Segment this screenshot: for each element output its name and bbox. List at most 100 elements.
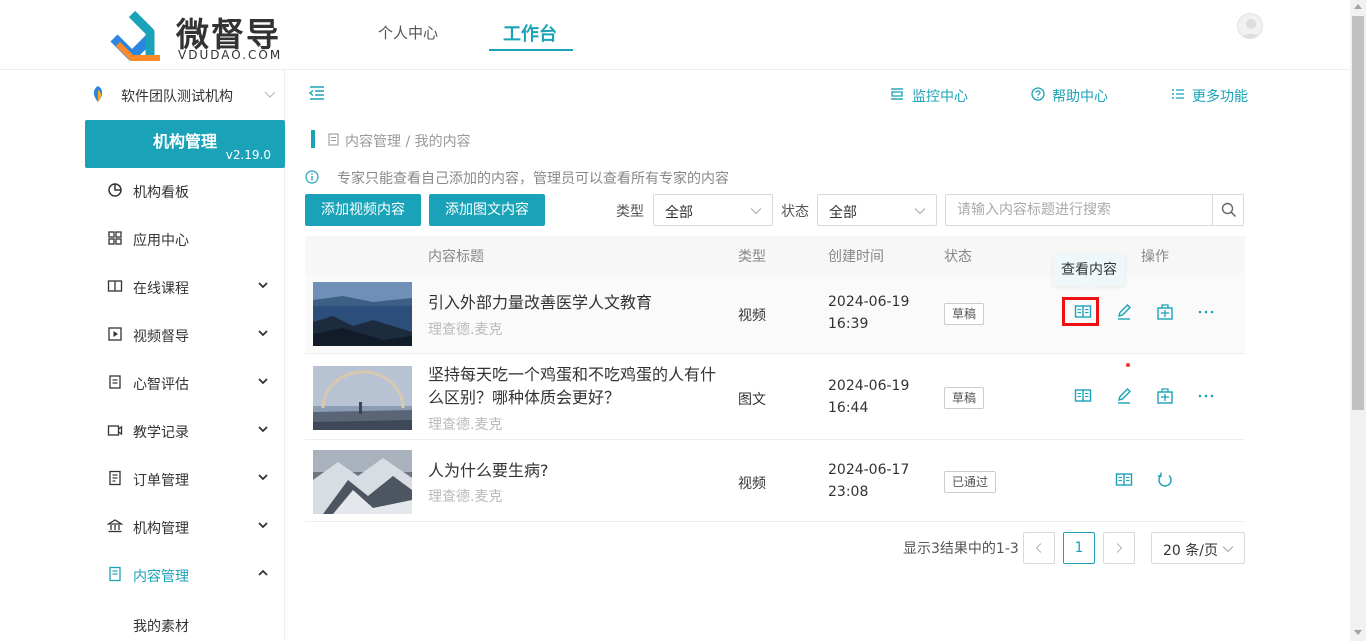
created-date: 2024-06-19 bbox=[828, 378, 910, 394]
sidebar-item-teaching-records[interactable]: 教学记录 bbox=[85, 408, 285, 456]
tooltip-arrow bbox=[1083, 286, 1095, 292]
type-filter-label: 类型 bbox=[616, 204, 644, 220]
content-thumbnail[interactable] bbox=[313, 282, 412, 346]
sidebar-item-label: 视频督导 bbox=[133, 329, 189, 345]
nav-personal-center[interactable]: 个人中心 bbox=[378, 22, 438, 43]
org-card: 机构管理 v2.19.0 bbox=[85, 120, 285, 168]
publish-icon[interactable] bbox=[1156, 387, 1174, 405]
type-select-value: 全部 bbox=[665, 205, 693, 221]
table-row[interactable]: 人为什么要生病? 理查德.麦克 视频 2024-06-17 23:08 已通过 bbox=[305, 440, 1245, 522]
org-selector[interactable]: 软件团队测试机构 bbox=[86, 82, 286, 106]
content-title[interactable]: 坚持每天吃一个鸡蛋和不吃鸡蛋的人有什么区别？哪种体质会更好？ bbox=[428, 363, 723, 409]
status-badge: 草稿 bbox=[944, 387, 985, 409]
more-icon[interactable] bbox=[1197, 303, 1215, 321]
page-size-select[interactable]: 20 条/页 bbox=[1151, 532, 1245, 564]
list-icon bbox=[1172, 89, 1184, 99]
rainbow-thumbnail-image bbox=[313, 366, 412, 430]
sidebar-item-online-courses[interactable]: 在线课程 bbox=[85, 264, 285, 312]
snow-mountain-thumbnail-image bbox=[313, 450, 412, 514]
sidebar-subitem-my-materials[interactable]: 我的素材 bbox=[133, 616, 189, 636]
content-thumbnail[interactable] bbox=[313, 450, 412, 514]
sidebar-item-content-management[interactable]: 内容管理 bbox=[85, 552, 285, 600]
chevron-down-icon bbox=[258, 378, 268, 385]
content-author: 理查德.麦克 bbox=[428, 489, 503, 505]
avatar[interactable] bbox=[1237, 13, 1263, 39]
scroll-up-icon[interactable] bbox=[1354, 4, 1362, 9]
edit-icon[interactable] bbox=[1115, 387, 1133, 405]
tooltip: 查看内容 bbox=[1053, 254, 1125, 286]
collapse-menu-icon[interactable] bbox=[309, 86, 325, 100]
sidebar-item-label: 订单管理 bbox=[133, 473, 189, 489]
book-icon bbox=[107, 280, 123, 292]
breadcrumb-accent bbox=[311, 130, 315, 148]
sidebar-item-label: 心智评估 bbox=[133, 377, 189, 393]
sidebar-item-order-management[interactable]: 订单管理 bbox=[85, 456, 285, 504]
column-header-actions: 操作 bbox=[1141, 249, 1169, 265]
status-select-value: 全部 bbox=[829, 205, 857, 221]
search-box bbox=[945, 194, 1244, 226]
view-content-highlight bbox=[1062, 297, 1099, 326]
content-title[interactable]: 引入外部力量改善医学人文教育 bbox=[428, 291, 723, 314]
content-title[interactable]: 人为什么要生病? bbox=[428, 459, 723, 482]
sidebar-item-label: 教学记录 bbox=[133, 425, 189, 441]
table-row[interactable]: 引入外部力量改善医学人文教育 理查德.麦克 视频 2024-06-19 16:3… bbox=[305, 274, 1245, 354]
more-icon[interactable] bbox=[1197, 387, 1215, 405]
sidebar-item-mental-assessment[interactable]: 心智评估 bbox=[85, 360, 285, 408]
content-thumbnail[interactable] bbox=[313, 366, 412, 430]
page-size-value: 20 条/页 bbox=[1163, 543, 1218, 559]
breadcrumb: 内容管理 / 我的内容 bbox=[345, 134, 471, 150]
help-center-link[interactable]: 帮助中心 bbox=[1052, 86, 1108, 106]
sidebar-item-label: 机构看板 bbox=[133, 185, 189, 201]
view-content-icon[interactable] bbox=[1074, 387, 1092, 405]
next-page-button[interactable] bbox=[1103, 532, 1135, 564]
prev-page-button[interactable] bbox=[1023, 532, 1055, 564]
content-type: 视频 bbox=[738, 308, 766, 324]
sidebar-item-label: 应用中心 bbox=[133, 233, 189, 249]
sidebar: 软件团队测试机构 机构管理 v2.19.0 机构看板 应用中心 在线课程 视频督… bbox=[0, 70, 285, 641]
edit-icon[interactable] bbox=[1115, 303, 1133, 321]
status-badge: 已通过 bbox=[944, 471, 997, 493]
nav-workbench[interactable]: 工作台 bbox=[503, 20, 557, 46]
content-type: 视频 bbox=[738, 476, 766, 492]
status-select[interactable]: 全部 bbox=[817, 194, 937, 226]
revoke-icon[interactable] bbox=[1156, 471, 1174, 489]
chevron-left-icon bbox=[1035, 543, 1042, 553]
view-content-icon[interactable] bbox=[1115, 471, 1133, 489]
add-video-button[interactable]: 添加视频内容 bbox=[305, 194, 421, 226]
chevron-down-icon bbox=[258, 474, 268, 481]
sidebar-item-org-management[interactable]: 机构管理 bbox=[85, 504, 285, 552]
sidebar-item-label: 在线课程 bbox=[133, 281, 189, 297]
sidebar-item-dashboard[interactable]: 机构看板 bbox=[85, 168, 285, 216]
monitor-center-link[interactable]: 监控中心 bbox=[912, 86, 968, 106]
page-button-current[interactable]: 1 bbox=[1063, 532, 1095, 564]
search-button[interactable] bbox=[1212, 195, 1243, 225]
chevron-up-icon bbox=[258, 569, 268, 576]
created-clock: 23:08 bbox=[828, 484, 869, 500]
sidebar-item-app-center[interactable]: 应用中心 bbox=[85, 216, 285, 264]
chevron-down-icon bbox=[750, 208, 762, 215]
monitor-icon bbox=[891, 88, 903, 100]
version-label: v2.19.0 bbox=[225, 148, 271, 162]
seaside-thumbnail-image bbox=[313, 282, 412, 346]
add-article-button[interactable]: 添加图文内容 bbox=[429, 194, 545, 226]
created-time: 2024-06-19 16:39 bbox=[828, 291, 909, 335]
search-input[interactable] bbox=[946, 195, 1212, 225]
scroll-down-icon[interactable] bbox=[1354, 630, 1362, 635]
logo[interactable]: 微督导 VDUDAO.COM bbox=[110, 8, 290, 64]
more-features-link[interactable]: 更多功能 bbox=[1192, 86, 1248, 106]
bank-icon bbox=[107, 519, 123, 533]
type-select[interactable]: 全部 bbox=[653, 194, 773, 226]
table-row[interactable]: 坚持每天吃一个鸡蛋和不吃鸡蛋的人有什么区别？哪种体质会更好？ 理查德.麦克 图文… bbox=[305, 354, 1245, 440]
column-header-type: 类型 bbox=[738, 249, 766, 265]
scrollbar-thumb[interactable] bbox=[1352, 16, 1364, 410]
nav-active-indicator bbox=[489, 49, 573, 51]
info-text: 专家只能查看自己添加的内容，管理员可以查看所有专家的内容 bbox=[337, 171, 729, 187]
sidebar-item-label: 机构管理 bbox=[133, 521, 189, 537]
play-icon bbox=[108, 327, 122, 341]
chevron-down-icon bbox=[258, 282, 268, 289]
org-name: 软件团队测试机构 bbox=[121, 89, 233, 105]
clipboard-icon bbox=[109, 375, 121, 389]
publish-icon[interactable] bbox=[1156, 303, 1174, 321]
sidebar-item-video-supervision[interactable]: 视频督导 bbox=[85, 312, 285, 360]
user-icon bbox=[1241, 19, 1261, 38]
